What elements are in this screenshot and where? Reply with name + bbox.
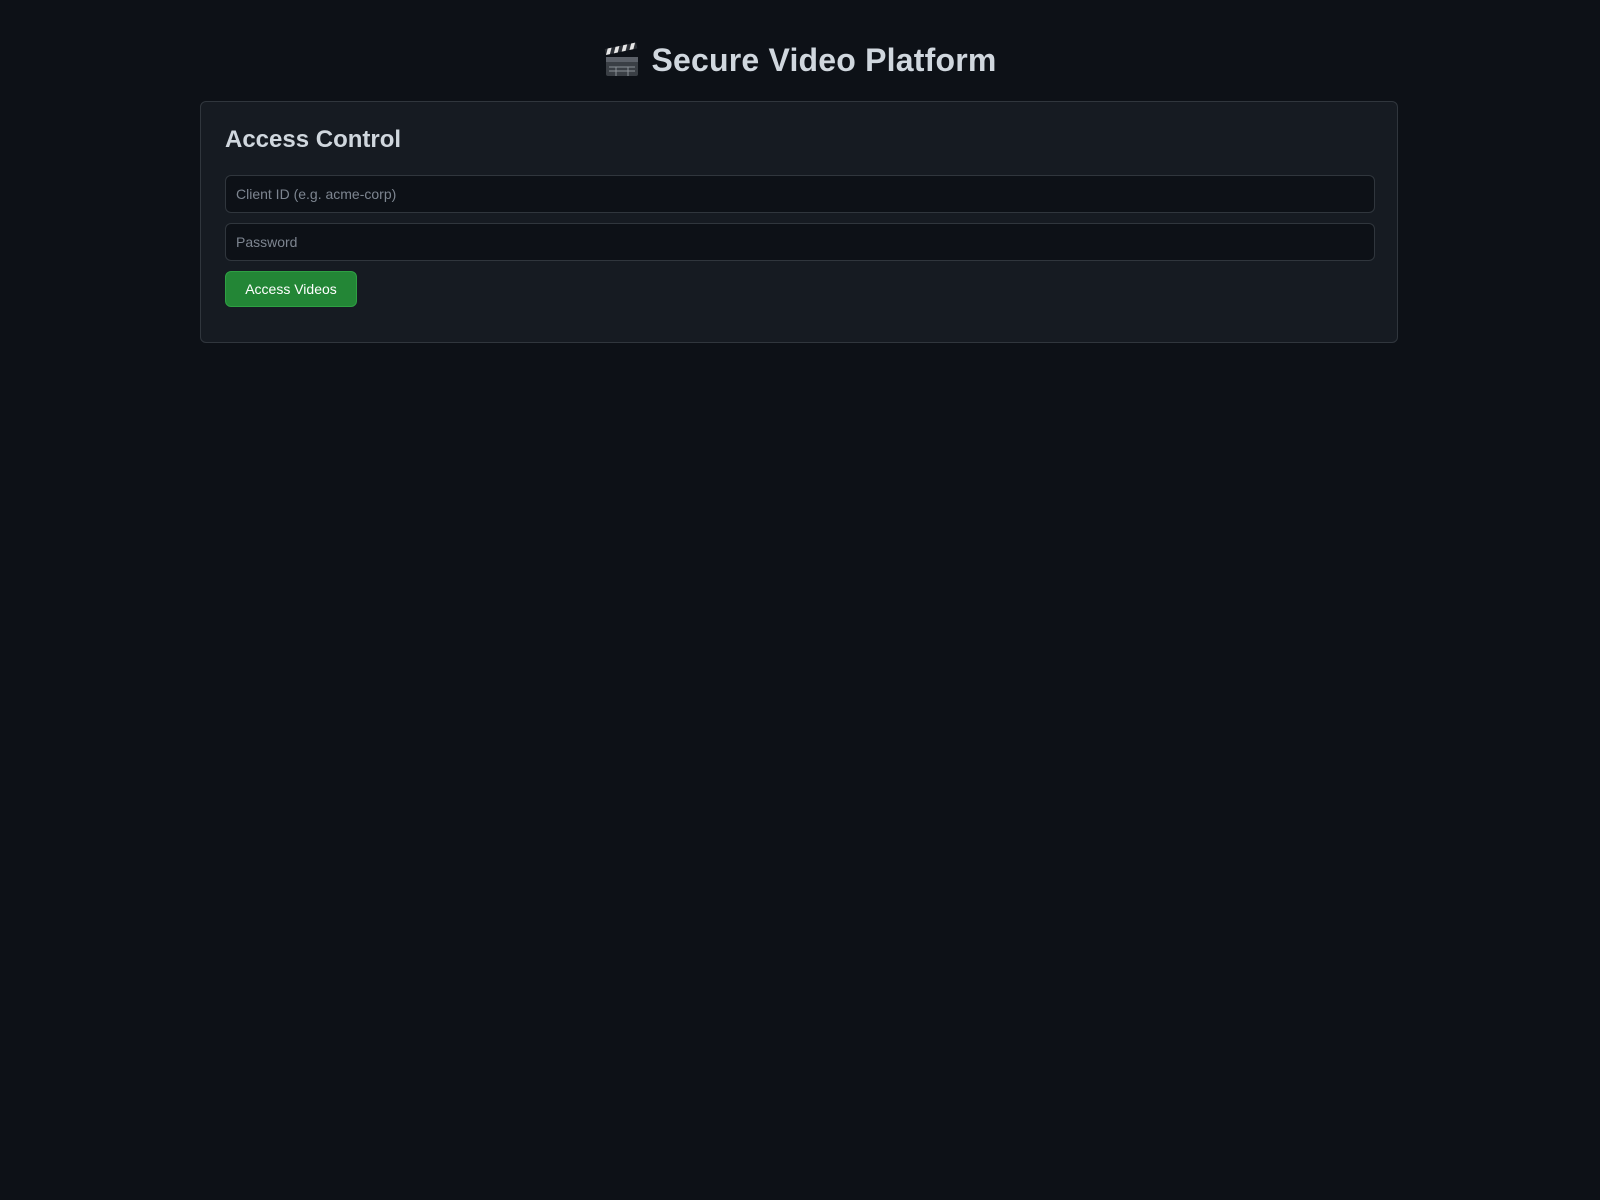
- page: Secure Video Platform Access Control Acc…: [0, 0, 1600, 1200]
- access-videos-button[interactable]: Access Videos: [225, 271, 357, 307]
- access-control-card: Access Control Access Videos: [200, 101, 1398, 343]
- page-title: Secure Video Platform: [651, 41, 997, 78]
- clapperboard-icon: [603, 41, 641, 79]
- page-header: Secure Video Platform: [0, 38, 1600, 82]
- card-title: Access Control: [225, 126, 402, 153]
- client-id-input[interactable]: [225, 175, 1375, 213]
- password-input[interactable]: [225, 223, 1375, 261]
